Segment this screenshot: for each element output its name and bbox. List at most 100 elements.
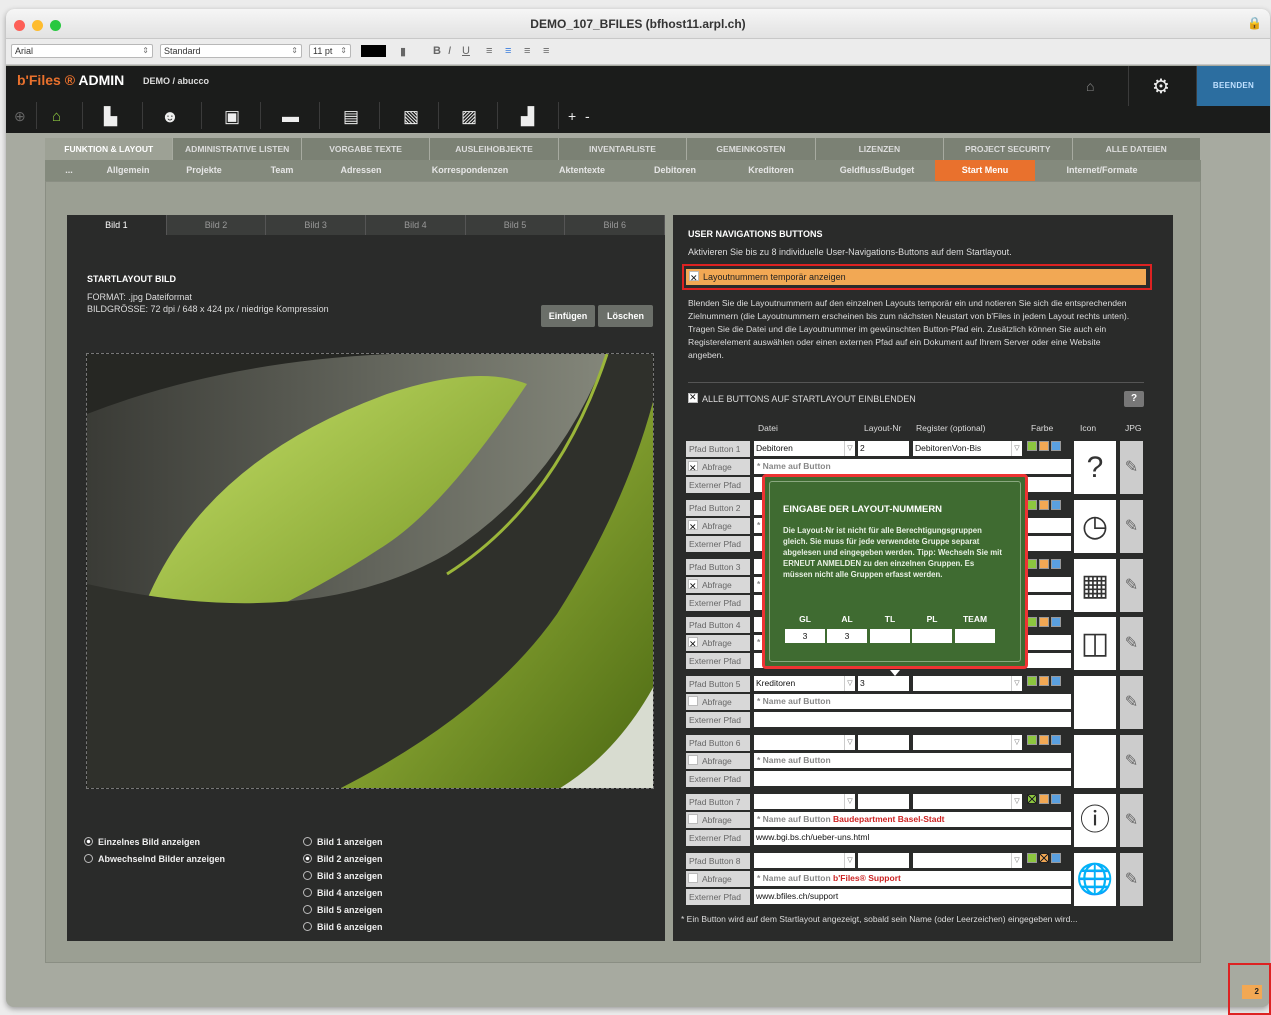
subtab-geldfluss-budget[interactable]: Geldfluss/Budget [819,160,935,181]
chart-icon[interactable]: ▟ [521,108,534,125]
color-swatch[interactable] [1039,441,1049,451]
button-name-field[interactable]: * Name auf Button b'Files® Support [754,871,1071,886]
tab-lizenzen[interactable]: LIZENZEN [815,138,944,160]
chevron-down-icon[interactable]: ▽ [844,853,855,868]
layout-nr-field[interactable]: 2 [858,441,909,456]
color-swatch[interactable] [1027,794,1037,804]
radio-bild-3[interactable]: Bild 3 anzeigen [303,871,383,881]
group-input-tl[interactable] [870,629,910,643]
tab-bild-5[interactable]: Bild 5 [465,215,566,235]
color-swatch[interactable] [1027,853,1037,863]
color-swatch[interactable] [1039,676,1049,686]
color-swatch[interactable] [1027,500,1037,510]
tab-bild-6[interactable]: Bild 6 [565,215,666,235]
layout-nr-field[interactable]: 3 [858,676,909,691]
subtab-kreditoren[interactable]: Kreditoren [723,160,819,181]
color-swatch[interactable] [1051,735,1061,745]
color-swatch[interactable] [1039,853,1049,863]
layout-nr-field[interactable] [858,794,909,809]
minus-button[interactable]: - [585,108,590,125]
align-left-icon[interactable]: ≡ [486,45,492,57]
add-circle-icon[interactable]: ⊕ [14,108,26,125]
group-input-team[interactable] [955,629,995,643]
paperclip-icon[interactable]: ✎ [1120,617,1143,670]
plus-button[interactable]: + [568,108,576,125]
register-field[interactable] [913,735,1011,750]
radio-bild-5[interactable]: Bild 5 anzeigen [303,905,383,915]
paperclip-icon[interactable]: ✎ [1120,794,1143,847]
align-right-icon[interactable]: ≡ [524,45,530,57]
paperclip-icon[interactable]: ✎ [1120,735,1143,788]
datei-field[interactable] [754,853,844,868]
button-icon-cell[interactable]: 🌐 [1074,853,1116,906]
abfrage-checkbox[interactable]: Abfrage [686,753,750,769]
subtab-projekte[interactable]: Projekte [163,160,245,181]
subtab-internet-formate[interactable]: Internet/Formate [1035,160,1169,181]
tab-inventarliste[interactable]: INVENTARLISTE [558,138,687,160]
abfrage-checkbox[interactable]: Abfrage [686,694,750,710]
abfrage-checkbox[interactable]: Abfrage [686,459,750,475]
color-swatch[interactable] [1027,441,1037,451]
register-field[interactable] [913,853,1011,868]
delete-button[interactable]: Löschen [598,305,653,327]
radio-single-image[interactable]: Einzelnes Bild anzeigen [84,837,200,847]
button-icon-cell[interactable] [1074,676,1116,729]
register-field[interactable] [913,794,1011,809]
group-input-pl[interactable] [912,629,952,643]
tab-administrative-listen[interactable]: ADMINISTRATIVE LISTEN [173,138,301,160]
startlayout-image[interactable] [86,353,654,789]
tab-ausleihobjekte[interactable]: AUSLEIHOBJEKTE [430,138,558,160]
tab-bild-2[interactable]: Bild 2 [166,215,267,235]
color-swatch[interactable] [1051,441,1061,451]
text-box-icon[interactable]: ▮ [400,45,406,58]
chevron-down-icon[interactable]: ▽ [1011,794,1022,809]
group-input-gl[interactable]: 3 [785,629,825,643]
datei-field[interactable] [754,735,844,750]
radio-bild-2[interactable]: Bild 2 anzeigen [303,854,383,864]
chevron-down-icon[interactable]: ▽ [844,794,855,809]
home-icon[interactable]: ⌂ [1086,78,1094,94]
documents-icon[interactable]: ▧ [403,108,419,125]
home-green-icon[interactable]: ⌂ [52,108,61,125]
subtab-more[interactable]: ... [45,160,93,181]
buildings-icon[interactable]: ▙ [104,108,117,125]
paperclip-icon[interactable]: ✎ [1120,500,1143,553]
bold-button[interactable]: B [433,45,441,57]
color-swatch[interactable] [1027,559,1037,569]
button-name-field[interactable]: * Name auf Button [754,459,1071,474]
show-all-checkbox[interactable]: ALLE BUTTONS AUF STARTLAYOUT EINBLENDEN [688,392,916,405]
color-swatch[interactable] [1051,559,1061,569]
register-field[interactable]: DebitorenVon-Bis [913,441,1011,456]
font-select[interactable]: Arial [11,44,153,58]
gear-icon[interactable]: ⚙ [1152,74,1170,99]
radio-bild-1[interactable]: Bild 1 anzeigen [303,837,383,847]
help-button[interactable]: ? [1124,391,1144,407]
id-card-icon[interactable]: ▬ [282,108,299,125]
color-swatch[interactable] [1027,617,1037,627]
register-field[interactable] [913,676,1011,691]
size-select[interactable]: 11 pt [309,44,351,58]
team-icon[interactable]: ☻ [161,108,179,125]
chevron-down-icon[interactable]: ▽ [1011,676,1022,691]
datei-field[interactable]: Debitoren [754,441,844,456]
layout-nr-field[interactable] [858,853,909,868]
radio-alternate-images[interactable]: Abwechselnd Bilder anzeigen [84,854,225,864]
tab-bild-3[interactable]: Bild 3 [266,215,367,235]
paperclip-icon[interactable]: ✎ [1120,559,1143,612]
chevron-down-icon[interactable]: ▽ [1011,853,1022,868]
color-swatch[interactable] [1039,500,1049,510]
tab-project-security[interactable]: PROJECT SECURITY [944,138,1072,160]
radio-bild-6[interactable]: Bild 6 anzeigen [303,922,383,932]
tab-gemeinkosten[interactable]: GEMEINKOSTEN [687,138,815,160]
tab-vorgabe-texte[interactable]: VORGABE TEXTE [301,138,430,160]
subtab-debitoren[interactable]: Debitoren [627,160,723,181]
color-swatch[interactable] [1027,676,1037,686]
extern-path-field[interactable]: www.bgi.bs.ch/ueber-uns.html [754,830,1071,845]
align-center-icon[interactable]: ≡ [505,45,511,57]
tab-bild-1[interactable]: Bild 1 [67,215,167,235]
abfrage-checkbox[interactable]: Abfrage [686,518,750,534]
button-icon-cell[interactable]: ◫ [1074,617,1116,670]
quit-button[interactable]: BEENDEN [1197,66,1270,106]
button-icon-cell[interactable]: ⓘ [1074,794,1116,847]
color-swatch[interactable] [1051,853,1061,863]
